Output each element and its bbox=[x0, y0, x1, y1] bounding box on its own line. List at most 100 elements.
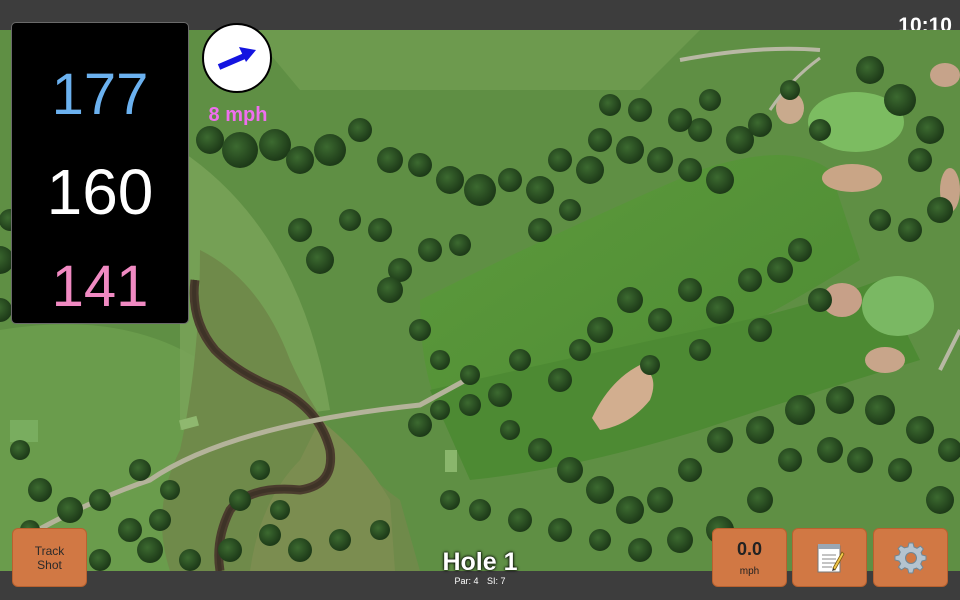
tree bbox=[678, 458, 702, 482]
tree bbox=[926, 486, 954, 514]
wind-speed: 8 mph bbox=[208, 104, 268, 126]
tree bbox=[348, 118, 372, 142]
tree bbox=[576, 156, 604, 184]
tree bbox=[616, 496, 644, 524]
tree bbox=[678, 158, 702, 182]
tree bbox=[748, 318, 772, 342]
tree bbox=[288, 218, 312, 242]
tree bbox=[640, 355, 660, 375]
tree bbox=[648, 308, 672, 332]
tree bbox=[767, 257, 793, 283]
tree bbox=[409, 319, 431, 341]
tree bbox=[179, 549, 201, 571]
hole-details: Par: 4 SI: 7 bbox=[380, 576, 580, 586]
tree bbox=[888, 458, 912, 482]
tree bbox=[229, 489, 251, 511]
tree bbox=[430, 400, 450, 420]
golf-gps-app: 10:10 177 160 141 8 mph Track Shot Hole … bbox=[0, 0, 960, 600]
tree bbox=[668, 108, 692, 132]
track-shot-label-line1: Track bbox=[34, 543, 65, 558]
tree bbox=[469, 499, 491, 521]
tree bbox=[259, 129, 291, 161]
tree bbox=[160, 480, 180, 500]
front-distance: 141 bbox=[51, 254, 149, 319]
tree bbox=[778, 448, 802, 472]
tree bbox=[689, 339, 711, 361]
tree bbox=[408, 153, 432, 177]
tree bbox=[678, 278, 702, 302]
notepad-icon bbox=[817, 543, 844, 572]
speed-button[interactable]: 0.0 mph bbox=[712, 528, 787, 587]
settings-button[interactable] bbox=[873, 528, 948, 587]
tree bbox=[500, 420, 520, 440]
tree bbox=[667, 527, 693, 553]
tree bbox=[617, 287, 643, 313]
middle-distance: 160 bbox=[46, 156, 154, 228]
tree bbox=[706, 296, 734, 324]
tree bbox=[738, 268, 762, 292]
back-distance: 177 bbox=[51, 62, 149, 127]
tree bbox=[488, 383, 512, 407]
tree bbox=[286, 146, 314, 174]
tree bbox=[28, 478, 52, 502]
tree bbox=[460, 365, 480, 385]
tree bbox=[628, 98, 652, 122]
track-shot-button[interactable]: Track Shot bbox=[12, 528, 87, 587]
track-shot-label-line2: Shot bbox=[37, 557, 62, 572]
gear-icon bbox=[894, 542, 926, 573]
tree bbox=[616, 136, 644, 164]
speed-unit: mph bbox=[739, 566, 760, 577]
tree bbox=[884, 84, 916, 116]
tree bbox=[377, 277, 403, 303]
tree bbox=[118, 518, 142, 542]
tree bbox=[548, 518, 572, 542]
notes-button[interactable] bbox=[792, 528, 867, 587]
distance-panel: 177 160 141 bbox=[11, 22, 189, 324]
tree bbox=[89, 489, 111, 511]
tree bbox=[599, 94, 621, 116]
hole-par: Par: 4 bbox=[454, 576, 479, 586]
tree bbox=[528, 218, 552, 242]
tree bbox=[449, 234, 471, 256]
tree bbox=[548, 148, 572, 172]
tree bbox=[508, 508, 532, 532]
speed-value: 0.0 bbox=[736, 539, 763, 559]
tree bbox=[906, 416, 934, 444]
tree bbox=[587, 317, 613, 343]
tree bbox=[222, 132, 258, 168]
tree bbox=[528, 438, 552, 462]
tree bbox=[440, 490, 460, 510]
tree bbox=[259, 524, 281, 546]
tree bbox=[647, 487, 673, 513]
tree bbox=[748, 113, 772, 137]
tree bbox=[464, 174, 496, 206]
tree bbox=[548, 368, 572, 392]
tree bbox=[459, 394, 481, 416]
tree bbox=[270, 500, 290, 520]
tree bbox=[908, 148, 932, 172]
tree bbox=[808, 288, 832, 312]
tree bbox=[747, 487, 773, 513]
tree bbox=[817, 437, 843, 463]
wind-compass bbox=[202, 23, 272, 93]
tree bbox=[526, 176, 554, 204]
tree bbox=[746, 416, 774, 444]
tree bbox=[368, 218, 392, 242]
tree bbox=[780, 80, 800, 100]
wind-arrow-icon bbox=[217, 47, 256, 70]
tree bbox=[785, 395, 815, 425]
tree bbox=[418, 238, 442, 262]
track-shot-label: Track Shot bbox=[35, 544, 65, 572]
tree bbox=[196, 126, 224, 154]
tree bbox=[498, 168, 522, 192]
tree bbox=[628, 538, 652, 562]
tree bbox=[509, 349, 531, 371]
tree bbox=[865, 395, 895, 425]
tree bbox=[57, 497, 83, 523]
tree bbox=[408, 413, 432, 437]
tree bbox=[916, 116, 944, 144]
tree bbox=[588, 128, 612, 152]
tree bbox=[250, 460, 270, 480]
hole-stroke-index: SI: 7 bbox=[487, 576, 506, 586]
tree bbox=[149, 509, 171, 531]
